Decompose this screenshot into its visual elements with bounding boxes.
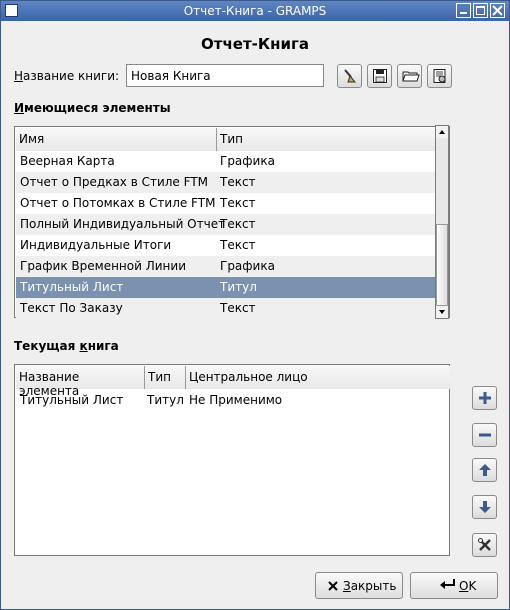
ok-label-text: K xyxy=(468,579,477,593)
item-name: Полный Индивидуальный Отчет xyxy=(20,217,226,231)
close-icon xyxy=(492,5,503,16)
current-label-accel: к xyxy=(79,339,88,353)
list-item[interactable]: Текст По Заказу Текст xyxy=(16,298,435,319)
remove-icon xyxy=(479,433,491,437)
add-item-button[interactable] xyxy=(472,386,497,410)
ok-button-label: OK xyxy=(459,579,476,593)
edit-books-icon xyxy=(433,69,446,83)
list-item[interactable]: Отчет о Потомках в Стиле FTM Текст xyxy=(16,193,435,214)
list-item[interactable]: Полный Индивидуальный Отчет Текст xyxy=(16,214,435,235)
available-label-text: меющиеся элементы xyxy=(24,101,171,115)
item-name: Отчет о Потомках в Стиле FTM xyxy=(20,196,216,210)
current-label-text: нига xyxy=(87,339,119,353)
table-row[interactable]: Титульный Лист Титул Не Применимо xyxy=(16,390,450,411)
move-up-button[interactable] xyxy=(472,458,497,482)
ok-enter-icon xyxy=(440,579,455,589)
book-name-label-accel: Н xyxy=(14,69,24,83)
scroll-down-arrow-icon[interactable] xyxy=(436,306,448,318)
available-section-label: Имеющиеся элементы xyxy=(14,101,171,115)
title-bar[interactable]: Отчет-Книга - GRAMPS xyxy=(1,1,509,21)
item-type: Титул xyxy=(220,280,257,294)
book-name-label-text: азвание книги: xyxy=(23,69,120,83)
edit-books-button[interactable] xyxy=(427,64,452,88)
item-name: Индивидуальные Итоги xyxy=(20,238,172,252)
column-header-type[interactable]: Тип xyxy=(145,366,186,389)
current-table-header: Название элемента Тип Центральное лицо xyxy=(16,366,450,398)
item-name: Веерная Карта xyxy=(20,154,115,168)
list-item[interactable]: Веерная Карта Графика xyxy=(16,151,435,172)
window-title: Отчет-Книга - GRAMPS xyxy=(183,4,327,18)
list-item[interactable]: Индивидуальные Итоги Текст xyxy=(16,235,435,256)
item-type: Текст xyxy=(220,238,256,252)
item-type: Текст xyxy=(220,196,256,210)
list-item[interactable]: Отчет о Предках в Стиле FTM Текст xyxy=(16,172,435,193)
column-header-center-person[interactable]: Центральное лицо xyxy=(186,366,450,389)
column-header-type[interactable]: Тип xyxy=(217,128,435,151)
remove-item-button[interactable] xyxy=(472,423,497,447)
item-type: Текст xyxy=(220,175,256,189)
row-item-name: Титульный Лист xyxy=(20,393,124,407)
ok-button[interactable]: OK xyxy=(410,572,498,599)
row-item-type: Титул xyxy=(147,393,184,407)
open-book-button[interactable] xyxy=(397,64,422,88)
close-button-label: Закрыть xyxy=(343,579,396,593)
item-type: Текст xyxy=(220,301,256,315)
item-name: График Временной Линии xyxy=(20,259,186,273)
current-section-label: Текущая книга xyxy=(14,339,119,353)
list-item[interactable]: График Временной Линии Графика xyxy=(16,256,435,277)
item-name: Титульный Лист xyxy=(20,280,124,294)
column-header-item-name[interactable]: Название элемента xyxy=(16,366,145,398)
close-x-icon xyxy=(328,581,338,591)
move-up-icon xyxy=(479,464,491,476)
close-label-text: акрыть xyxy=(350,579,397,593)
item-type: Текст xyxy=(220,217,256,231)
available-list-scrollbar[interactable] xyxy=(435,125,449,319)
add-icon xyxy=(479,392,491,404)
minimize-button[interactable] xyxy=(456,3,471,18)
move-down-icon xyxy=(479,501,491,513)
maximize-button[interactable] xyxy=(473,3,488,18)
clear-brush-icon xyxy=(344,69,357,83)
save-icon xyxy=(373,69,387,83)
row-center-person: Не Применимо xyxy=(189,393,283,407)
available-items-list[interactable]: Имя Тип Веерная Карта Графика Отчет о Пр… xyxy=(14,126,450,319)
item-type: Графика xyxy=(220,154,275,168)
close-window-button[interactable] xyxy=(490,3,505,18)
configure-item-button[interactable] xyxy=(472,533,497,557)
current-label-pre: Текущая xyxy=(14,339,80,353)
item-type: Графика xyxy=(220,259,275,273)
item-name: Текст По Заказу xyxy=(20,301,123,315)
list-item-selected[interactable]: Титульный Лист Титул xyxy=(16,277,435,298)
save-book-button[interactable] xyxy=(367,64,392,88)
book-name-input[interactable] xyxy=(126,64,324,87)
available-list-header: Имя Тип xyxy=(16,128,435,151)
move-down-button[interactable] xyxy=(472,495,497,519)
scroll-up-arrow-icon[interactable] xyxy=(436,126,448,138)
close-button[interactable]: Закрыть xyxy=(315,572,403,599)
scroll-thumb[interactable] xyxy=(436,224,448,306)
book-report-window: Отчет-Книга - GRAMPS Отчет-Книга Названи… xyxy=(0,0,510,610)
configure-icon xyxy=(478,538,491,551)
open-folder-icon xyxy=(402,71,420,82)
column-header-name[interactable]: Имя xyxy=(16,128,217,151)
close-label-accel: З xyxy=(343,579,351,593)
page-title: Отчет-Книга xyxy=(201,35,309,53)
available-label-accel: И xyxy=(14,101,25,115)
item-name: Отчет о Предках в Стиле FTM xyxy=(20,175,209,189)
book-name-label: Название книги: xyxy=(14,69,119,83)
current-book-table[interactable]: Название элемента Тип Центральное лицо Т… xyxy=(14,364,450,556)
clear-book-button[interactable] xyxy=(337,64,362,88)
